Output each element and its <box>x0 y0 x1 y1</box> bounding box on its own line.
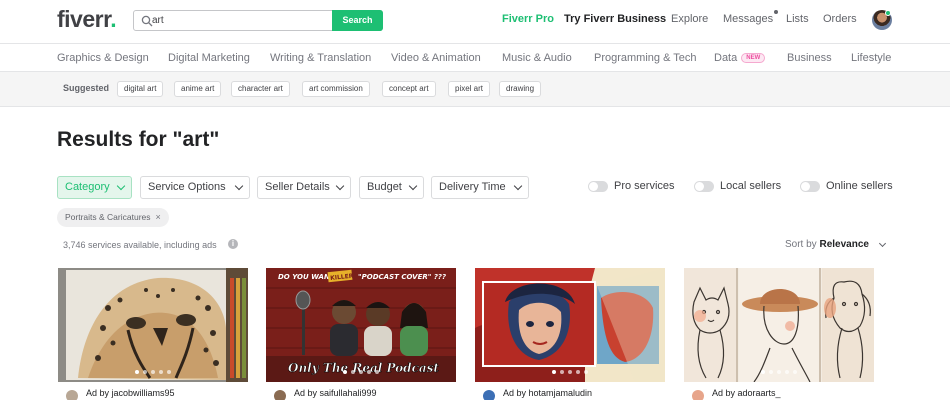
page-title: Results for "art" <box>57 128 220 151</box>
nav-try-fiverr-business[interactable]: Try Fiverr Business <box>564 13 666 25</box>
toggle-pro-services-label: Pro services <box>614 180 675 192</box>
toggle-pro-services[interactable] <box>588 181 608 192</box>
category-lifestyle[interactable]: Lifestyle <box>851 52 891 64</box>
category-data[interactable]: Data NEW <box>714 52 766 64</box>
new-badge: NEW <box>741 53 766 63</box>
search-input[interactable] <box>152 12 332 29</box>
gig-thumbnail[interactable] <box>475 268 665 382</box>
results-count: 3,746 services available, including ads <box>63 240 217 250</box>
seller-name[interactable]: Ad by saifullahali999 <box>294 388 377 398</box>
podcast-cover-image: DO YOU WANT A KILLER "PODCAST COVER" ???… <box>266 268 456 382</box>
nav-messages[interactable]: Messages <box>723 10 779 25</box>
filter-delivery-time-label: Delivery Time <box>439 181 506 193</box>
filter-budget[interactable]: Budget <box>359 176 424 199</box>
chevron-down-icon <box>513 181 523 191</box>
gig-thumbnail[interactable]: DO YOU WANT A KILLER "PODCAST COVER" ???… <box>266 268 456 382</box>
nav-explore[interactable]: Explore <box>671 13 708 25</box>
category-music-audio[interactable]: Music & Audio <box>502 52 572 64</box>
category-programming-tech[interactable]: Programming & Tech <box>594 52 697 64</box>
sort-value: Relevance <box>819 239 869 250</box>
active-filter-chip: Portraits & Caricatures × <box>57 208 169 227</box>
seller-name[interactable]: Ad by jacobwilliams95 <box>86 388 175 398</box>
gig-seller: Ad by adoraarts_ <box>684 386 874 400</box>
fiverr-logo[interactable]: fiverr. <box>57 6 117 33</box>
search-button[interactable]: Search <box>332 10 383 31</box>
toggle-local-sellers[interactable] <box>694 181 714 192</box>
seller-avatar <box>66 390 78 400</box>
suggested-tag[interactable]: digital art <box>117 81 164 97</box>
suggested-tag[interactable]: art commission <box>302 81 370 97</box>
suggested-tags-bar: Suggested digital art anime art characte… <box>0 72 950 107</box>
gig-card[interactable]: Ad by jacobwilliams95 <box>58 268 248 400</box>
suggested-label: Suggested <box>63 83 110 93</box>
chevron-down-icon <box>335 181 345 191</box>
filter-seller-details[interactable]: Seller Details <box>257 176 351 199</box>
online-status-dot <box>885 10 891 16</box>
gig-card[interactable]: Ad by adoraarts_ <box>684 268 874 400</box>
seller-avatar <box>692 390 704 400</box>
nav-orders[interactable]: Orders <box>823 13 857 25</box>
nav-lists[interactable]: Lists <box>786 13 809 25</box>
seller-avatar <box>483 390 495 400</box>
category-writing-translation[interactable]: Writing & Translation <box>270 52 371 64</box>
nav-fiverr-pro[interactable]: Fiverr Pro <box>502 13 554 25</box>
toggle-online-sellers-label: Online sellers <box>826 180 893 192</box>
carousel-dots <box>266 370 456 374</box>
gig-card[interactable]: DO YOU WANT A KILLER "PODCAST COVER" ???… <box>266 268 456 400</box>
chevron-down-icon <box>116 181 126 191</box>
seller-name[interactable]: Ad by hotamjamaludin <box>503 388 592 398</box>
filter-service-options[interactable]: Service Options <box>140 176 250 199</box>
filter-category-label: Category <box>65 181 110 193</box>
category-business[interactable]: Business <box>787 52 832 64</box>
gig-seller: Ad by hotamjamaludin <box>475 386 665 400</box>
filter-service-options-label: Service Options <box>148 181 226 193</box>
remove-filter-icon[interactable]: × <box>156 212 161 222</box>
carousel-dots <box>684 370 874 374</box>
suggested-tag[interactable]: drawing <box>499 81 542 97</box>
gig-thumbnail[interactable] <box>58 268 248 382</box>
search-bar: Search <box>133 10 383 31</box>
info-icon[interactable]: i <box>228 239 238 249</box>
category-graphics-design[interactable]: Graphics & Design <box>57 52 149 64</box>
carousel-dots <box>58 370 248 374</box>
filter-budget-label: Budget <box>367 181 402 193</box>
sort-label: Sort by <box>785 239 817 250</box>
active-filter-label: Portraits & Caricatures <box>65 212 151 222</box>
chevron-down-icon <box>408 181 418 191</box>
suggested-tag[interactable]: character art <box>231 81 290 97</box>
seller-avatar <box>274 390 286 400</box>
toggle-local-sellers-label: Local sellers <box>720 180 782 192</box>
gig-seller: Ad by saifullahali999 <box>266 386 456 400</box>
line-art-image <box>684 268 874 382</box>
gig-seller: Ad by jacobwilliams95 <box>58 386 248 400</box>
seller-name[interactable]: Ad by adoraarts_ <box>712 388 781 398</box>
gig-card[interactable]: Ad by hotamjamaludin <box>475 268 665 400</box>
unread-dot <box>774 10 779 14</box>
chevron-down-icon <box>234 181 244 191</box>
filter-category[interactable]: Category <box>57 176 132 199</box>
gig-thumbnail[interactable] <box>684 268 874 382</box>
suggested-tag[interactable]: pixel art <box>448 81 491 97</box>
category-digital-marketing[interactable]: Digital Marketing <box>168 52 250 64</box>
category-menu: Graphics & Design Digital Marketing Writ… <box>0 45 950 72</box>
suggested-tag[interactable]: anime art <box>174 81 222 97</box>
filter-delivery-time[interactable]: Delivery Time <box>431 176 529 199</box>
sort-dropdown[interactable]: Sort by Relevance <box>785 239 869 250</box>
chevron-down-icon <box>878 239 887 248</box>
category-data-label: Data <box>714 52 738 64</box>
carousel-dots <box>475 370 665 374</box>
toggle-online-sellers[interactable] <box>800 181 820 192</box>
filter-seller-details-label: Seller Details <box>265 181 330 193</box>
category-video-animation[interactable]: Video & Animation <box>391 52 481 64</box>
svg-text:"PODCAST COVER" ???: "PODCAST COVER" ??? <box>358 273 446 281</box>
top-header: fiverr. Search Fiverr Pro Try Fiverr Bus… <box>0 0 950 44</box>
nav-messages-label: Messages <box>723 13 774 25</box>
pop-art-portrait-image <box>475 268 665 382</box>
cheetah-drawing-image <box>58 268 248 382</box>
suggested-tag[interactable]: concept art <box>382 81 436 97</box>
